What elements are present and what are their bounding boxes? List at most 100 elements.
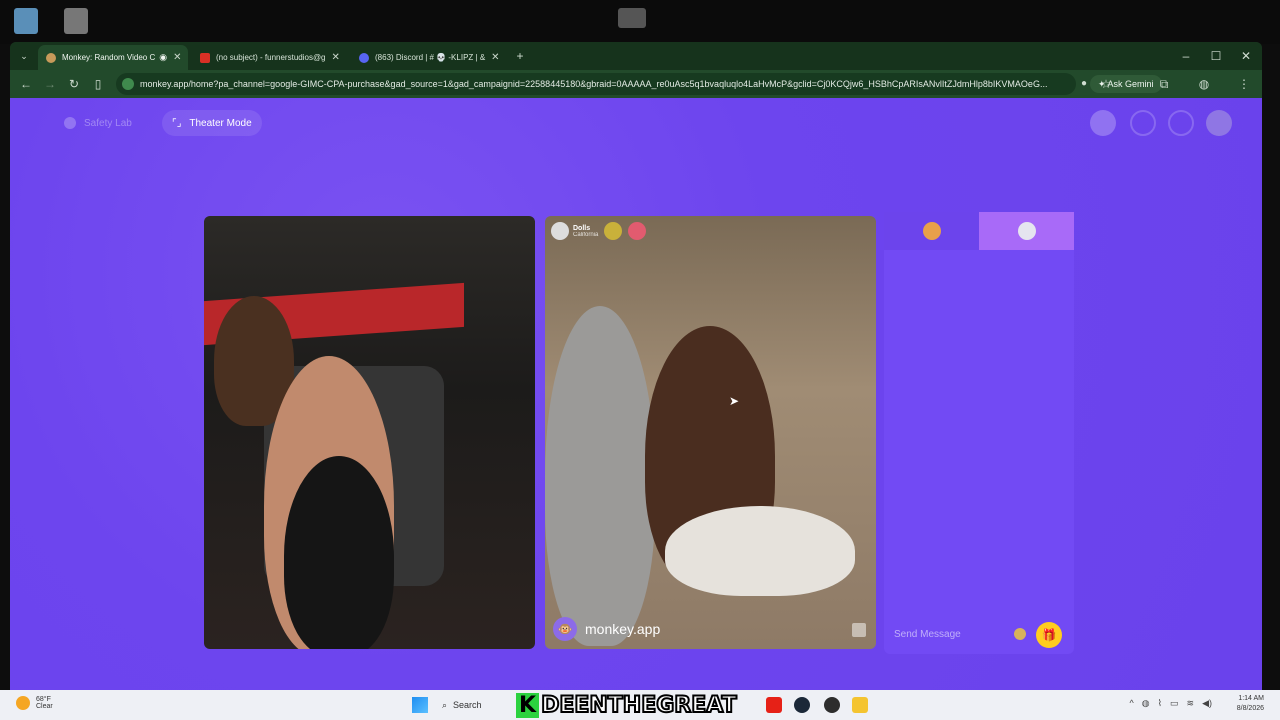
gift-icon: 🎁 bbox=[1041, 628, 1057, 642]
taskbar: 68°F Clear ⌕ Search K DEENTHEGREAT ^ ◍ ⌇… bbox=[0, 690, 1280, 720]
tab-discord[interactable]: (863) Discord | # 💀 -KLIPZ | & ✕ bbox=[351, 45, 506, 70]
minimize-button[interactable]: – bbox=[1178, 48, 1194, 64]
volume-icon[interactable]: ◀) bbox=[1202, 698, 1212, 709]
address-bar[interactable]: monkey.app/home?pa_channel=google-GIMC-C… bbox=[116, 73, 1076, 95]
streamer-k: K bbox=[516, 692, 540, 718]
close-tab-icon[interactable]: ✕ bbox=[167, 52, 181, 63]
desktop-shortcut-icon[interactable] bbox=[618, 8, 646, 28]
gift-button[interactable]: 🎁 bbox=[1036, 622, 1062, 648]
remote-avatar-icon bbox=[922, 222, 941, 240]
tab-search-icon[interactable]: ⌄ bbox=[16, 48, 32, 64]
chat-panel: Send Message 🎁 bbox=[884, 212, 1074, 654]
file-explorer-icon[interactable] bbox=[852, 697, 868, 713]
tab-self[interactable] bbox=[979, 212, 1074, 250]
weather-condition: Clear bbox=[36, 703, 53, 710]
remote-user-chip[interactable]: Dolls California bbox=[551, 222, 647, 240]
new-tab-button[interactable]: + bbox=[512, 48, 528, 64]
forward-icon[interactable]: → bbox=[42, 76, 58, 92]
safety-lab-label: Safety Lab bbox=[84, 117, 132, 129]
history-icon[interactable] bbox=[1130, 110, 1156, 136]
taskbar-search[interactable]: ⌕ Search bbox=[436, 694, 506, 716]
person-hoodie bbox=[545, 306, 655, 646]
clock-date: 8/8/2026 bbox=[1236, 705, 1264, 712]
tab-monkey[interactable]: Monkey: Random Video C ◉ ✕ bbox=[38, 45, 188, 70]
remote-user-name: Dolls bbox=[573, 224, 591, 232]
chat-tabs bbox=[884, 212, 1074, 250]
display-icon[interactable]: ▭ bbox=[1170, 698, 1179, 709]
monkey-favicon-icon bbox=[46, 52, 56, 63]
record-icon: ◉ bbox=[159, 52, 168, 62]
url-text: monkey.app/home?pa_channel=google-GIMC-C… bbox=[140, 79, 1048, 89]
expand-icon[interactable] bbox=[852, 623, 866, 637]
pillow bbox=[665, 506, 855, 596]
bookmark-star-icon[interactable]: ☆ bbox=[1098, 76, 1114, 92]
send-message-input[interactable]: Send Message bbox=[894, 629, 1014, 640]
network-icon[interactable]: ◍ bbox=[1142, 698, 1150, 709]
search-icon: ⌕ bbox=[442, 699, 448, 710]
clock-time: 1:14 AM bbox=[1238, 695, 1264, 702]
remote-user-avatar bbox=[551, 222, 569, 240]
wifi-icon[interactable]: ≋ bbox=[1187, 698, 1195, 709]
menu-icon[interactable]: ⋮ bbox=[1236, 76, 1252, 92]
safety-lab-button[interactable]: Safety Lab bbox=[54, 110, 142, 136]
avatar[interactable] bbox=[1206, 110, 1232, 136]
tab-gmail[interactable]: (no subject) - funnerstudios@g ✕ bbox=[192, 45, 347, 70]
tab-strip: ⌄ Monkey: Random Video C ◉ ✕ (no subject… bbox=[10, 42, 1262, 70]
search-label: Search bbox=[453, 700, 482, 710]
chevron-up-icon[interactable]: ^ bbox=[1130, 698, 1134, 709]
safety-lab-icon bbox=[64, 117, 76, 129]
remote-user-location: California bbox=[573, 231, 599, 238]
steam-icon[interactable] bbox=[794, 697, 810, 713]
split-view-icon[interactable]: ▯ bbox=[90, 76, 106, 92]
site-info-icon[interactable] bbox=[122, 78, 134, 90]
remote-video: Dolls California 🐵 monkey.app bbox=[545, 216, 876, 649]
close-tab-icon[interactable]: ✕ bbox=[485, 52, 499, 63]
monkey-app-page: Safety Lab ⌜⌟ Theater Mode Dolls Califor… bbox=[10, 98, 1262, 690]
local-video bbox=[204, 216, 535, 649]
heart-badge-icon[interactable] bbox=[604, 222, 623, 240]
mic-icon[interactable]: ⌇ bbox=[1158, 698, 1162, 709]
report-icon[interactable] bbox=[628, 222, 647, 240]
sun-icon bbox=[16, 696, 30, 710]
tab-title: (no subject) - funnerstudios@g bbox=[216, 53, 326, 62]
monkey-logo-icon: 🐵 bbox=[553, 617, 577, 641]
extensions-icon[interactable]: ⧉ bbox=[1156, 76, 1172, 92]
recycle-bin-icon[interactable] bbox=[14, 8, 38, 34]
desktop-shortcut-icon[interactable] bbox=[64, 8, 88, 34]
watermark-text: monkey.app bbox=[585, 621, 661, 637]
start-button[interactable] bbox=[412, 697, 428, 713]
weather-widget[interactable]: 68°F Clear bbox=[16, 696, 53, 710]
close-window-button[interactable]: ✕ bbox=[1238, 48, 1254, 64]
browser-window: ⌄ Monkey: Random Video C ◉ ✕ (no subject… bbox=[10, 42, 1262, 690]
tab-remote-user[interactable] bbox=[884, 212, 979, 250]
theater-mode-label: Theater Mode bbox=[189, 117, 252, 129]
tab-title: (863) Discord | # 💀 -KLIPZ | & bbox=[375, 53, 486, 62]
chrome-icon[interactable] bbox=[824, 697, 840, 713]
theater-mode-icon: ⌜⌟ bbox=[172, 117, 182, 129]
self-avatar-icon bbox=[1017, 222, 1036, 240]
toolbar: ← → ↻ ▯ monkey.app/home?pa_channel=googl… bbox=[10, 70, 1262, 98]
gmail-favicon-icon bbox=[200, 52, 210, 63]
profile-icon[interactable]: ◍ bbox=[1196, 76, 1212, 92]
desktop-background bbox=[0, 0, 1280, 44]
close-tab-icon[interactable]: ✕ bbox=[326, 52, 340, 63]
reload-icon[interactable]: ↻ bbox=[66, 76, 82, 92]
premium-icon[interactable] bbox=[1090, 110, 1116, 136]
maximize-button[interactable]: ☐ bbox=[1208, 48, 1224, 64]
emoji-icon[interactable] bbox=[1014, 628, 1026, 640]
discord-favicon-icon bbox=[359, 52, 369, 63]
streamer-name: DEENTHEGREAT bbox=[540, 692, 738, 719]
clock[interactable]: 1:14 AM 8/8/2026 bbox=[1237, 694, 1264, 714]
back-icon[interactable]: ← bbox=[18, 76, 34, 92]
system-tray: ^ ◍ ⌇ ▭ ≋ ◀) bbox=[1130, 698, 1212, 709]
extension-icon[interactable]: ● bbox=[1076, 76, 1092, 92]
notifications-icon[interactable] bbox=[1168, 110, 1194, 136]
mouse-cursor-icon: ➤ bbox=[729, 394, 740, 408]
theater-mode-button[interactable]: ⌜⌟ Theater Mode bbox=[162, 110, 262, 136]
weather-temp: 68°F bbox=[36, 696, 51, 703]
tab-title: Monkey: Random Video C bbox=[62, 53, 156, 62]
streamer-overlay: K DEENTHEGREAT bbox=[516, 690, 738, 720]
youtube-icon[interactable] bbox=[766, 697, 782, 713]
dress bbox=[284, 456, 394, 649]
ask-gemini-label: Ask Gemini bbox=[1107, 79, 1154, 89]
